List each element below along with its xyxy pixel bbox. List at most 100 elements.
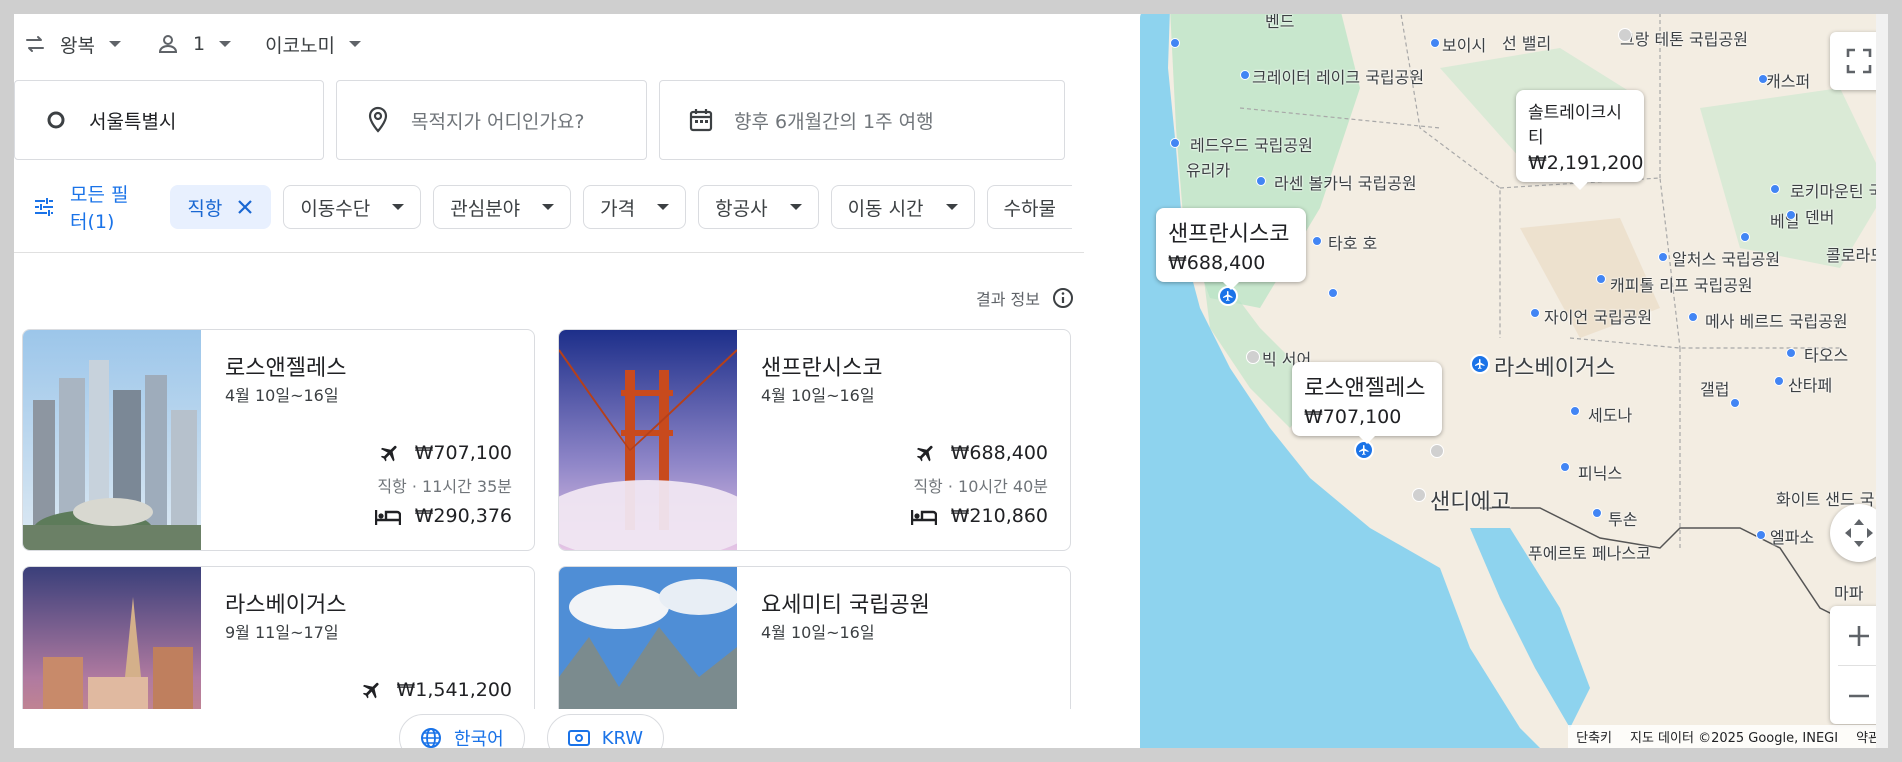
map-data-credit: 지도 데이터 ©2025 Google, INEGI	[1630, 731, 1839, 746]
chip-duration[interactable]: 이동 시간	[830, 185, 975, 229]
map-label: 덴버	[1805, 208, 1835, 227]
map-label: 유리카	[1186, 161, 1231, 180]
map-dot[interactable]	[1430, 38, 1440, 48]
map-dot[interactable]	[1328, 288, 1338, 298]
map-dot[interactable]	[1430, 444, 1444, 458]
destination-dates: 4월 10일~16일	[225, 386, 339, 405]
calendar-icon	[686, 105, 716, 135]
cabin-class-select[interactable]: 이코노미	[265, 31, 361, 58]
origin-field[interactable]: 서울특별시	[14, 80, 324, 160]
bed-icon	[374, 506, 401, 526]
map-label: 레드우드 국립공원	[1190, 136, 1313, 155]
keyboard-shortcuts-link[interactable]: 단축키	[1576, 727, 1612, 746]
map-label: 로키마운틴 국립공원	[1790, 182, 1888, 201]
trip-type-label: 왕복	[60, 34, 95, 57]
map-dot[interactable]	[1770, 184, 1780, 194]
filter-bar: 모든 필터(1) 직항 이동수단 관심분야 가격 항공사 이동 시간 수하물	[14, 184, 1084, 230]
airplane-icon	[379, 442, 401, 464]
map-dot[interactable]	[1170, 138, 1180, 148]
map-label: 캐피톨 리프 국립공원	[1610, 276, 1753, 295]
map-callout-los-angeles[interactable]: 로스앤젤레스 ₩707,100	[1292, 362, 1442, 444]
all-filters-button[interactable]: 모든 필터(1)	[32, 184, 140, 230]
map-callout-san-francisco[interactable]: 샌프란시스코 ₩688,400	[1156, 208, 1306, 290]
callout-price: ₩707,100	[1304, 406, 1402, 428]
minus-icon	[1849, 694, 1869, 697]
map[interactable]: 벤드 보이시 선 밸리 그랑 테톤 국립공원 크레이터 레이크 국립공원 캐스퍼…	[1140, 14, 1888, 748]
all-filters-label: 모든 필터(1)	[70, 184, 129, 230]
destination-card[interactable]: 요세미티 국립공원 4월 10일~16일	[558, 566, 1071, 709]
flight-price: ₩688,400	[915, 442, 1048, 464]
destination-title: 샌프란시스코	[761, 356, 883, 381]
map-dot[interactable]	[1774, 376, 1784, 386]
passengers-count: 1	[192, 33, 206, 55]
map-label: 메사 베르드 국립공원	[1705, 312, 1848, 331]
chip-baggage[interactable]: 수하물	[986, 185, 1072, 229]
map-dot[interactable]	[1570, 406, 1580, 416]
currency-button[interactable]: KRW	[546, 714, 665, 748]
origin-value: 서울특별시	[89, 110, 177, 133]
chevron-down-icon	[789, 204, 802, 210]
chip-price[interactable]: 가격	[583, 185, 687, 229]
map-dot[interactable]	[1312, 236, 1322, 246]
map-dot[interactable]	[1592, 508, 1602, 518]
map-dot[interactable]	[1740, 232, 1750, 242]
map-dot[interactable]	[1530, 308, 1540, 318]
results-info[interactable]: 결과 정보	[976, 286, 1074, 310]
map-dot[interactable]	[1170, 38, 1180, 48]
destination-image	[559, 330, 758, 550]
map-dot[interactable]	[1618, 28, 1632, 42]
map-dot[interactable]	[1246, 350, 1260, 364]
currency-icon	[567, 729, 590, 747]
airplane-icon	[361, 679, 383, 701]
trip-type-select[interactable]: 왕복	[22, 31, 121, 58]
map-dot[interactable]	[1560, 462, 1570, 472]
map-label: 엘파소	[1770, 528, 1815, 547]
map-dot[interactable]	[1240, 70, 1250, 80]
flight-price-value: ₩688,400	[950, 442, 1048, 464]
map-dot[interactable]	[1756, 530, 1766, 540]
destination-dates: 4월 10일~16일	[761, 386, 875, 405]
map-label-las-vegas: 라스베이거스	[1494, 356, 1616, 381]
map-dot[interactable]	[1256, 176, 1266, 186]
chip-transport-label: 이동수단	[300, 197, 371, 220]
chip-nonstop[interactable]: 직항	[170, 185, 272, 229]
destination-title: 요세미티 국립공원	[761, 593, 930, 618]
chip-airline-label: 항공사	[715, 197, 768, 220]
chip-interests-label: 관심분야	[450, 197, 521, 220]
app-window: 왕복 1 이코노미 서울특별시 목적지가 어디인가요? 향후 6개월간의 1주 …	[14, 14, 1888, 748]
map-dot[interactable]	[1786, 210, 1796, 220]
map-dot[interactable]	[1730, 398, 1740, 408]
destination-card[interactable]: 로스앤젤레스 4월 10일~16일 ₩707,100 직항 · 11시간 35분…	[22, 329, 535, 551]
map-callout-salt-lake-city[interactable]: 솔트레이크시티 ₩2,191,200	[1516, 90, 1644, 190]
map-dot[interactable]	[1758, 74, 1768, 84]
map-label: 투손	[1608, 510, 1638, 529]
destination-card[interactable]: 샌프란시스코 4월 10일~16일 ₩688,400 직항 · 10시간 40분…	[558, 329, 1071, 551]
chip-airline[interactable]: 항공사	[698, 185, 819, 229]
chip-transport[interactable]: 이동수단	[283, 185, 422, 229]
map-label: 마파	[1834, 584, 1864, 603]
map-dot[interactable]	[1688, 312, 1698, 322]
page-scrollbar[interactable]	[1876, 14, 1888, 748]
map-dot[interactable]	[1412, 488, 1426, 502]
destination-card[interactable]: 라스베이거스 9월 11일~17일 ₩1,541,200	[22, 566, 535, 709]
map-dot[interactable]	[1596, 274, 1606, 284]
chevron-down-icon	[392, 204, 405, 210]
close-icon[interactable]	[236, 198, 254, 216]
airport-pin-las-vegas[interactable]	[1470, 354, 1490, 374]
destination-placeholder: 목적지가 어디인가요?	[411, 110, 585, 133]
map-label: 알처스 국립공원	[1672, 250, 1781, 269]
map-dot[interactable]	[1786, 348, 1796, 358]
flight-details: 직항 · 11시간 35분	[377, 477, 512, 496]
destination-image	[559, 567, 739, 709]
passengers-select[interactable]: 1	[155, 31, 232, 57]
pan-arrows-icon	[1845, 519, 1873, 547]
chevron-down-icon	[657, 204, 670, 210]
language-button[interactable]: 한국어	[399, 714, 525, 748]
chip-baggage-label: 수하물	[1003, 197, 1056, 220]
destination-field[interactable]: 목적지가 어디인가요?	[336, 80, 647, 160]
map-label: 캐스퍼	[1766, 72, 1811, 91]
map-label: 산타페	[1788, 376, 1833, 395]
chip-interests[interactable]: 관심분야	[433, 185, 572, 229]
dates-field[interactable]: 향후 6개월간의 1주 여행	[659, 80, 1065, 160]
map-dot[interactable]	[1658, 252, 1668, 262]
